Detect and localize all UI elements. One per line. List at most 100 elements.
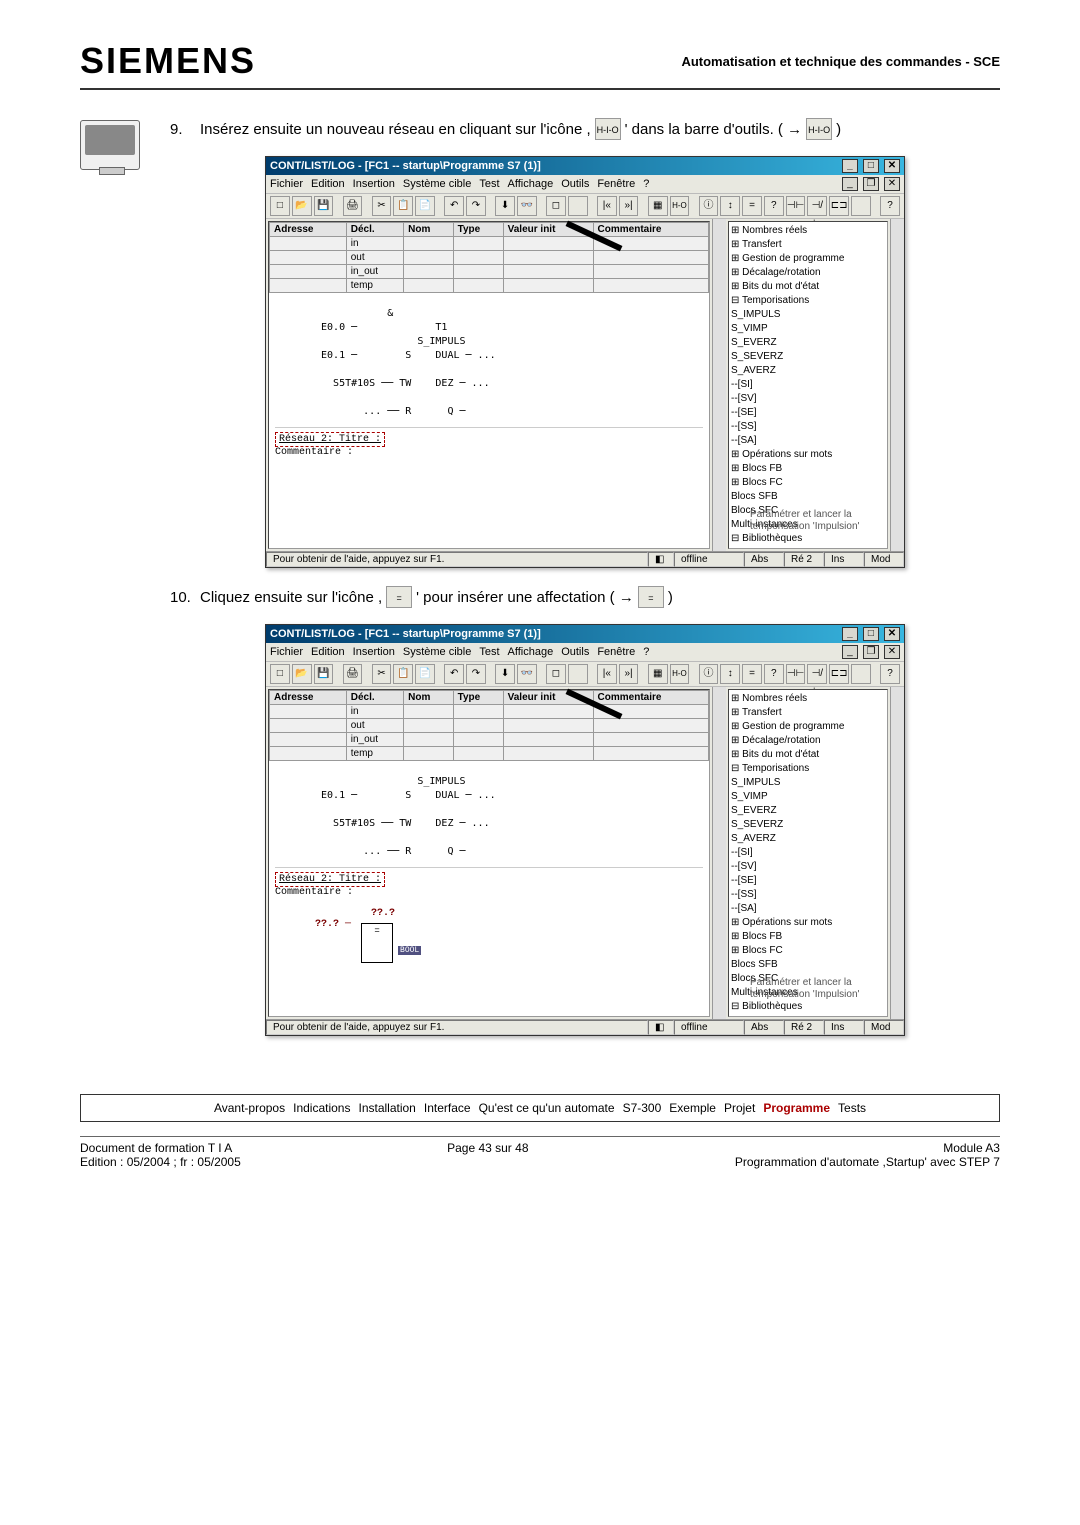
- maximize-icon[interactable]: □: [863, 627, 879, 641]
- btn-icon[interactable]: [568, 196, 588, 216]
- contact-n-icon[interactable]: ⊣/⊢: [807, 196, 827, 216]
- tree-item[interactable]: ⊞ Blocs FB: [731, 462, 885, 476]
- nav-item[interactable]: Indications: [293, 1101, 350, 1115]
- tree-item[interactable]: S_EVERZ: [731, 336, 885, 350]
- tree-item[interactable]: ⊟ Bibliothèques: [731, 532, 885, 546]
- tree-item[interactable]: ⊞ Bits du mot d'état: [731, 748, 885, 762]
- mdi-minimize-icon[interactable]: _: [842, 645, 858, 659]
- tree-item[interactable]: ⊞ Opérations sur mots: [731, 916, 885, 930]
- menu-item[interactable]: Fenêtre: [597, 646, 635, 658]
- btn-icon[interactable]: ↕: [720, 196, 740, 216]
- branch-icon[interactable]: [851, 664, 871, 684]
- tree-item[interactable]: ⊞ Nombres réels: [731, 224, 885, 238]
- nav-item[interactable]: Installation: [358, 1101, 415, 1115]
- new-network-icon[interactable]: H-O: [670, 664, 690, 684]
- coil-icon[interactable]: ⊏⊐: [829, 664, 849, 684]
- element-catalog-tree[interactable]: ⊞ Nombres réels⊞ Transfert⊞ Gestion de p…: [728, 689, 888, 1017]
- assign-icon[interactable]: =: [742, 664, 762, 684]
- menu-item[interactable]: ?: [643, 646, 649, 658]
- block-icon[interactable]: ▦: [648, 196, 668, 216]
- mdi-close-icon[interactable]: ✕: [884, 645, 900, 659]
- last-icon[interactable]: »|: [619, 664, 639, 684]
- save-icon[interactable]: 💾: [314, 196, 334, 216]
- undo-icon[interactable]: ↶: [444, 664, 464, 684]
- paste-icon[interactable]: 📄: [415, 664, 435, 684]
- tree-item[interactable]: S_VIMP: [731, 322, 885, 336]
- menu-item[interactable]: Insertion: [353, 646, 395, 658]
- contact-icon[interactable]: ⊣⊢: [786, 664, 806, 684]
- block-icon[interactable]: ▦: [648, 664, 668, 684]
- tree-item[interactable]: S_IMPULS: [731, 776, 885, 790]
- menu-item[interactable]: Fichier: [270, 646, 303, 658]
- contact-n-icon[interactable]: ⊣/⊢: [807, 664, 827, 684]
- paste-icon[interactable]: 📄: [415, 196, 435, 216]
- first-icon[interactable]: |«: [597, 196, 617, 216]
- minimize-icon[interactable]: _: [842, 159, 858, 173]
- tree-item[interactable]: ⊞ Gestion de programme: [731, 720, 885, 734]
- nav-item[interactable]: Avant-propos: [214, 1101, 285, 1115]
- btn-icon[interactable]: [568, 664, 588, 684]
- scrollbar[interactable]: [890, 687, 904, 1019]
- tree-item[interactable]: ⊟ Temporisations: [731, 294, 885, 308]
- tree-item[interactable]: ⊞ Transfert: [731, 238, 885, 252]
- menu-item[interactable]: Test: [479, 646, 499, 658]
- nav-item[interactable]: S7-300: [623, 1101, 662, 1115]
- menu-item[interactable]: ?: [643, 178, 649, 190]
- mdi-restore-icon[interactable]: ❐: [863, 645, 879, 659]
- tree-item[interactable]: ⊟ Temporisations: [731, 762, 885, 776]
- tree-item[interactable]: Blocs SFB: [731, 490, 885, 504]
- nav-item[interactable]: Programme: [763, 1101, 830, 1115]
- new-icon[interactable]: □: [270, 196, 290, 216]
- tree-item[interactable]: --[SI]: [731, 846, 885, 860]
- tree-item[interactable]: S_IMPULS: [731, 308, 885, 322]
- tree-item[interactable]: ⊞ Nombres réels: [731, 692, 885, 706]
- contact-icon[interactable]: ⊣⊢: [786, 196, 806, 216]
- nav-item[interactable]: Tests: [838, 1101, 866, 1115]
- affect-top-address[interactable]: ??.?: [371, 908, 395, 919]
- redo-icon[interactable]: ↷: [466, 196, 486, 216]
- mdi-minimize-icon[interactable]: _: [842, 177, 858, 191]
- open-icon[interactable]: 📂: [292, 196, 312, 216]
- save-icon[interactable]: 💾: [314, 664, 334, 684]
- nav-item[interactable]: Projet: [724, 1101, 755, 1115]
- tree-item[interactable]: ⊞ Blocs FB: [731, 930, 885, 944]
- nav-item[interactable]: Interface: [424, 1101, 471, 1115]
- btn-icon[interactable]: ⓘ: [699, 664, 719, 684]
- affectation-element[interactable]: =: [361, 923, 393, 963]
- assign-icon[interactable]: =: [742, 196, 762, 216]
- btn-icon[interactable]: ?: [764, 196, 784, 216]
- redo-icon[interactable]: ↷: [466, 664, 486, 684]
- tree-item[interactable]: ⊞ Décalage/rotation: [731, 266, 885, 280]
- help-icon[interactable]: ?: [880, 196, 900, 216]
- first-icon[interactable]: |«: [597, 664, 617, 684]
- network-title[interactable]: Réseau 2: Titre :: [275, 432, 385, 447]
- copy-icon[interactable]: 📋: [393, 196, 413, 216]
- menu-item[interactable]: Edition: [311, 646, 345, 658]
- download-icon[interactable]: ⬇: [495, 664, 515, 684]
- last-icon[interactable]: »|: [619, 196, 639, 216]
- tree-item[interactable]: --[SA]: [731, 434, 885, 448]
- menu-item[interactable]: Outils: [561, 178, 589, 190]
- monitor-icon[interactable]: 👓: [517, 196, 537, 216]
- tree-item[interactable]: ⊞ Transfert: [731, 706, 885, 720]
- tree-item[interactable]: ⊞ Décalage/rotation: [731, 734, 885, 748]
- menu-item[interactable]: Système cible: [403, 178, 471, 190]
- cut-icon[interactable]: ✂: [372, 196, 392, 216]
- scrollbar[interactable]: [890, 219, 904, 551]
- menu-item[interactable]: Edition: [311, 178, 345, 190]
- tree-item[interactable]: --[SS]: [731, 420, 885, 434]
- menu-item[interactable]: Système cible: [403, 646, 471, 658]
- open-icon[interactable]: 📂: [292, 664, 312, 684]
- toggle-icon[interactable]: ◻: [546, 664, 566, 684]
- tree-item[interactable]: S_AVERZ: [731, 364, 885, 378]
- tree-item[interactable]: S_EVERZ: [731, 804, 885, 818]
- monitor-icon[interactable]: 👓: [517, 664, 537, 684]
- btn-icon[interactable]: ⓘ: [699, 196, 719, 216]
- branch-icon[interactable]: [851, 196, 871, 216]
- copy-icon[interactable]: 📋: [393, 664, 413, 684]
- scrollbar[interactable]: [712, 687, 726, 1019]
- network-title[interactable]: Réseau 2: Titre :: [275, 872, 385, 887]
- menu-item[interactable]: Affichage: [508, 178, 554, 190]
- tree-item[interactable]: ⊞ Bits du mot d'état: [731, 280, 885, 294]
- tree-item[interactable]: Blocs SFB: [731, 958, 885, 972]
